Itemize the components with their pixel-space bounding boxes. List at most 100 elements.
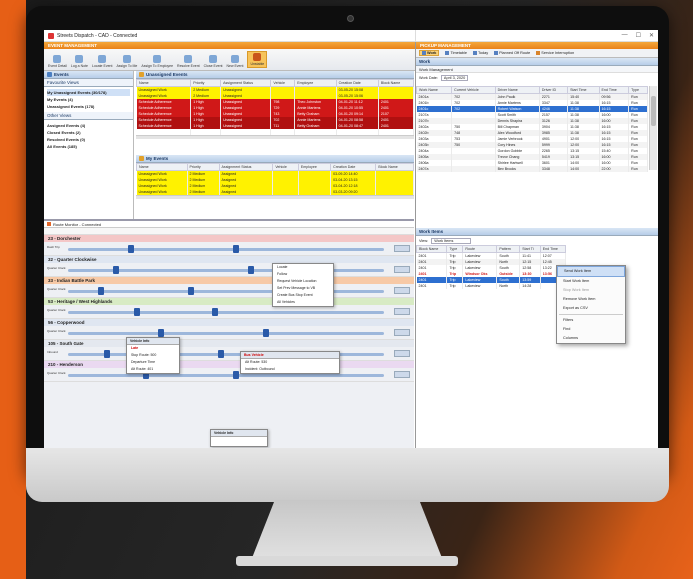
work-date-picker[interactable]: April 3, 2020 bbox=[440, 74, 469, 81]
minimize-icon[interactable]: — bbox=[622, 32, 628, 39]
column-header[interactable]: Driver ID bbox=[538, 86, 569, 94]
send-work-item[interactable]: Send Work Item bbox=[557, 266, 625, 277]
filter-my-events[interactable]: My Events (4) bbox=[47, 96, 130, 103]
timetable-tab[interactable]: Timetable bbox=[445, 51, 467, 55]
column-header[interactable]: Type bbox=[446, 245, 464, 253]
column-header[interactable]: Creation Date bbox=[335, 79, 379, 87]
column-header[interactable]: Current Vehicle bbox=[451, 86, 496, 94]
columns-menu-item[interactable]: Columns bbox=[557, 334, 625, 343]
remove-work-item[interactable]: Remove Work Item bbox=[557, 295, 625, 304]
other-views-header[interactable]: Other Views bbox=[44, 112, 133, 120]
menu-create-stop-event[interactable]: Create Bus Stop Event bbox=[273, 292, 333, 299]
unassigned-hscrollbar[interactable] bbox=[136, 134, 414, 139]
planned-off-route-tab[interactable]: Planned Off Route bbox=[494, 51, 530, 55]
column-header[interactable]: Work Name bbox=[415, 86, 453, 94]
menu-locate[interactable]: Locate bbox=[273, 264, 333, 271]
column-header[interactable]: Creation Date bbox=[330, 163, 377, 171]
filter-all[interactable]: All Events (185) bbox=[47, 143, 130, 150]
start-work-item[interactable]: Start Work Item bbox=[557, 277, 625, 286]
table-cell: 22:00 bbox=[599, 165, 630, 172]
bus-icon[interactable] bbox=[128, 245, 134, 253]
column-header[interactable]: Vehicle bbox=[270, 79, 296, 87]
column-header[interactable]: Block Name bbox=[377, 79, 415, 87]
export-csv[interactable]: Export as CSV bbox=[557, 304, 625, 313]
route-lane-header[interactable]: 210 - Henderson bbox=[44, 361, 414, 368]
column-header[interactable]: Start Ti bbox=[519, 245, 541, 253]
view-select[interactable]: Work Items bbox=[431, 237, 472, 244]
menu-all-vehicles[interactable]: All Vehicles bbox=[273, 299, 333, 306]
bus-icon[interactable] bbox=[218, 350, 224, 358]
locate-event-button[interactable]: Locate Event bbox=[92, 55, 112, 68]
column-header[interactable]: Block Name bbox=[415, 245, 448, 253]
table-row[interactable]: 2407a Bev Brooks 3348 14:00 22:00 Run bbox=[416, 165, 648, 172]
column-header[interactable]: Assignment Status bbox=[220, 79, 272, 87]
column-header[interactable]: Pattern bbox=[496, 245, 521, 253]
column-header[interactable]: Start Time bbox=[567, 86, 600, 94]
unstable-button[interactable]: Unstable bbox=[247, 51, 268, 68]
filter-my-unassigned[interactable]: My Unassigned Events (30/178) bbox=[47, 89, 130, 96]
bus-icon[interactable] bbox=[212, 308, 218, 316]
maximize-icon[interactable]: ☐ bbox=[636, 32, 641, 39]
column-header[interactable]: Name bbox=[135, 79, 192, 87]
close-event-button[interactable]: Close Event bbox=[204, 55, 223, 68]
bus-icon[interactable] bbox=[233, 371, 239, 379]
unassigned-events-table: Name Priority Assignment Status Vehicle Empl… bbox=[135, 79, 415, 135]
column-header[interactable]: Priority bbox=[190, 79, 222, 87]
work-vscrollbar[interactable] bbox=[649, 86, 657, 170]
filter-resolved[interactable]: Resolved Events (0) bbox=[47, 136, 130, 143]
today-tab[interactable]: Today bbox=[472, 51, 488, 55]
favourite-views-header[interactable]: Favourite Views bbox=[44, 79, 133, 87]
log-note-button[interactable]: Log a Note bbox=[71, 55, 88, 68]
column-header[interactable]: Block Name bbox=[375, 163, 414, 171]
column-header[interactable]: Employee bbox=[297, 163, 332, 171]
menu-request-location[interactable]: Request Vehicle Location bbox=[273, 278, 333, 285]
bus-icon[interactable] bbox=[248, 266, 254, 274]
column-header[interactable]: Vehicle bbox=[272, 163, 299, 171]
stop-work-item[interactable]: Stop Work Item bbox=[557, 286, 625, 295]
route-lane-header[interactable]: 56 - Copperwood bbox=[44, 319, 414, 326]
assign-me-icon bbox=[122, 55, 131, 63]
assign-to-me-button[interactable]: Assign To Me bbox=[116, 55, 137, 68]
filter-assigned[interactable]: Assigned Events (4) bbox=[47, 122, 130, 129]
bus-icon[interactable] bbox=[134, 308, 140, 316]
resolve-event-button[interactable]: Resolve Event bbox=[177, 55, 200, 68]
column-header[interactable]: End Time bbox=[539, 245, 567, 253]
filters-menu-item[interactable]: Filters bbox=[557, 316, 625, 325]
bus-icon[interactable] bbox=[98, 287, 104, 295]
route-lane-header[interactable]: 105 - South Gate bbox=[44, 340, 414, 347]
column-header[interactable]: Type bbox=[628, 86, 648, 94]
bus-icon[interactable] bbox=[188, 287, 194, 295]
event-detail-button[interactable]: Event Detail bbox=[48, 55, 67, 68]
bus-icon[interactable] bbox=[158, 329, 164, 337]
column-header[interactable]: End Time bbox=[598, 86, 630, 94]
column-header[interactable]: Assignment Status bbox=[218, 163, 274, 171]
new-event-button[interactable]: New Event bbox=[227, 55, 243, 68]
assign-employee-button[interactable]: Assign To Employee bbox=[141, 55, 173, 68]
route-lane-header[interactable]: 33 - Indian Battle Park bbox=[44, 277, 414, 284]
bus-icon[interactable] bbox=[263, 329, 269, 337]
route-lane-header[interactable]: 23 - Dorchester bbox=[44, 235, 414, 242]
route-lane-header[interactable]: 53 - Heritage / West Highlands bbox=[44, 298, 414, 305]
route-lane-header[interactable]: 32 - Quarter Clockwise bbox=[44, 256, 414, 263]
bus-icon[interactable] bbox=[113, 266, 119, 274]
column-header[interactable]: Route bbox=[462, 245, 498, 253]
bus-icon[interactable] bbox=[104, 350, 110, 358]
column-header[interactable]: Driver Name bbox=[494, 86, 540, 94]
work-tab[interactable]: Work bbox=[419, 50, 440, 56]
table-row[interactable]: 2401 Trip Lakeview North 14:28 bbox=[416, 282, 567, 289]
bus-icon[interactable] bbox=[233, 245, 239, 253]
view-label: View: bbox=[419, 238, 429, 243]
close-icon[interactable]: ✕ bbox=[649, 32, 654, 39]
service-interruption-tab[interactable]: Service Interruption bbox=[536, 51, 574, 55]
column-header[interactable]: Priority bbox=[186, 163, 220, 171]
column-header[interactable]: Name bbox=[136, 163, 188, 171]
filter-unassigned[interactable]: Unassigned Events (178) bbox=[47, 103, 130, 110]
menu-follow[interactable]: Follow bbox=[273, 271, 333, 278]
column-header[interactable]: Employee bbox=[294, 79, 337, 87]
my-events-hscrollbar[interactable] bbox=[136, 194, 414, 199]
filter-closed[interactable]: Closed Events (2) bbox=[47, 129, 130, 136]
route-lanes: 23 - Dorchester Dash Trip 32 - Quarter Clo… bbox=[44, 235, 414, 382]
find-menu-item[interactable]: Find bbox=[557, 325, 625, 334]
work-scroll-thumb[interactable] bbox=[651, 96, 656, 126]
menu-set-message[interactable]: Set Prev Message to VB bbox=[273, 285, 333, 292]
